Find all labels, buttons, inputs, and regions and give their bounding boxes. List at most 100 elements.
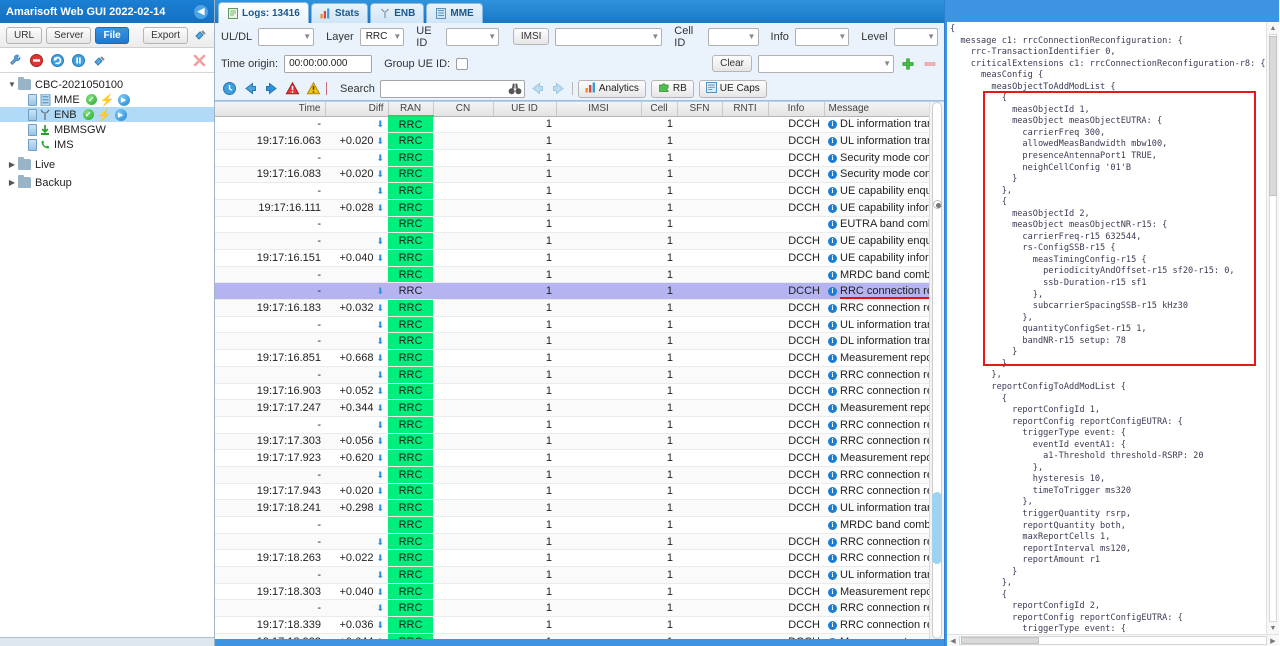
source-url-button[interactable]: URL bbox=[6, 26, 43, 44]
table-row[interactable]: 19:17:18.339 +0.036 ⬇ RRC 1 1 DCCH i RRC connect… bbox=[215, 616, 929, 634]
col-ran[interactable]: RAN bbox=[388, 102, 434, 117]
ueid-select[interactable]: ▼ bbox=[446, 27, 500, 46]
table-row[interactable]: 19:17:16.151 +0.040 ⬇ RRC 1 1 DCCH i UE capabili… bbox=[215, 249, 929, 267]
table-row[interactable]: -⬇RRC 1 1 DCCHiUE capability enquiry bbox=[215, 232, 929, 250]
play-icon[interactable]: ▶ bbox=[117, 93, 130, 106]
collapse-arrow-icon[interactable]: ▶ bbox=[6, 178, 18, 187]
col-rnti[interactable]: RNTI bbox=[722, 102, 769, 117]
search-next-icon[interactable] bbox=[551, 81, 567, 97]
tab-mme[interactable]: MME bbox=[426, 3, 483, 23]
tab-logs[interactable]: Logs: 13416 bbox=[218, 2, 309, 23]
table-row[interactable]: -⬇RRC 1 1 iMRDC band combinations bbox=[215, 516, 929, 534]
table-row[interactable]: -⬇RRC 1 1 DCCHiDL information transfer bbox=[215, 332, 929, 351]
table-row[interactable]: 19:17:18.241 +0.298 ⬇ RRC 1 1 DCCH i UL informat… bbox=[215, 499, 929, 517]
play-icon[interactable]: ▶ bbox=[114, 108, 127, 121]
tree-node-backup[interactable]: ▶ Backup bbox=[0, 175, 214, 190]
table-row[interactable]: 19:17:16.063 +0.020 ⬇ RRC 1 1 DCCH i UL informat… bbox=[215, 132, 929, 150]
detail-scrollbar-thumb[interactable] bbox=[1269, 36, 1277, 196]
col-ueid[interactable]: UE ID bbox=[493, 102, 557, 117]
col-cn[interactable]: CN bbox=[433, 102, 494, 117]
source-server-button[interactable]: Server bbox=[46, 26, 92, 44]
warning-triangle-icon[interactable] bbox=[305, 81, 321, 97]
collapse-arrow-icon[interactable]: ▶ bbox=[6, 160, 18, 169]
table-row[interactable]: -⬇RRC 1 1 DCCHiUL information transfer bbox=[215, 316, 929, 334]
analytics-button[interactable]: Analytics bbox=[577, 79, 646, 98]
col-cell[interactable]: Cell bbox=[641, 102, 678, 117]
col-time[interactable]: Time bbox=[215, 102, 326, 117]
table-row[interactable]: -⬇RRC 1 1 DCCHiRRC connection reconfigurati… bbox=[215, 466, 929, 484]
table-row[interactable]: 19:17:17.943 +0.020 ⬇ RRC 1 1 DCCH i RRC connect… bbox=[215, 483, 929, 501]
tree-node-enb[interactable]: ENB ✓ ⚡ ▶ bbox=[0, 107, 214, 122]
layer-select[interactable]: RRC ▼ bbox=[359, 27, 405, 46]
table-row[interactable]: -⬇RRC 1 1 DCCHiRRC connection reconfigurati… bbox=[215, 533, 929, 551]
col-imsi[interactable]: IMSI bbox=[556, 102, 642, 117]
tree-node-mme[interactable]: MME ✓ ⚡ ▶ bbox=[0, 92, 214, 107]
table-row[interactable]: 19:17:17.923 +0.620 ⬇ RRC 1 1 DCCH i Measurement… bbox=[215, 449, 929, 467]
uecaps-button[interactable]: UE Caps bbox=[698, 79, 767, 98]
col-info[interactable]: Info bbox=[768, 102, 825, 117]
table-row[interactable]: 19:17:16.083 +0.020 ⬇ RRC 1 1 DCCH i Security mo… bbox=[215, 166, 929, 184]
table-vertical-scrollbar[interactable] bbox=[929, 102, 944, 639]
arrow-left-icon[interactable] bbox=[242, 81, 258, 97]
table-row[interactable]: -⬇RRC 1 1 DCCHiSecurity mode command bbox=[215, 149, 929, 167]
table-row[interactable]: 19:17:16.851 +0.668 ⬇ RRC 1 1 DCCH i Measurement… bbox=[215, 349, 929, 367]
imsi-button[interactable]: IMSI bbox=[513, 28, 550, 45]
search-prev-icon[interactable] bbox=[530, 81, 546, 97]
scroll-up-icon[interactable]: ▲ bbox=[1267, 22, 1279, 34]
table-row[interactable]: -⬇RRC 1 1 iMRDC band combinations bbox=[215, 266, 929, 284]
scroll-down-icon[interactable]: ▼ bbox=[1267, 622, 1279, 634]
scroll-right-icon[interactable]: ▶ bbox=[1267, 637, 1279, 645]
col-diff[interactable]: Diff bbox=[325, 102, 389, 117]
table-row[interactable]: -⬇RRC 1 1 DCCHiUL information transfer bbox=[215, 566, 929, 584]
tree-node-mbmsgw[interactable]: MBMSGW bbox=[0, 122, 214, 137]
tree-node-cbc[interactable]: ▼ CBC-2021050100 bbox=[0, 77, 214, 92]
detail-horizontal-scrollbar[interactable]: ◀ ▶ bbox=[947, 634, 1279, 646]
table-row[interactable]: 19:17:16.183 +0.032 ⬇ RRC 1 1 DCCH i RRC connect… bbox=[215, 299, 929, 317]
clear-button[interactable]: Clear bbox=[712, 55, 752, 72]
error-triangle-icon[interactable] bbox=[284, 81, 300, 97]
clock-icon[interactable] bbox=[221, 81, 237, 97]
plug-icon[interactable] bbox=[192, 27, 208, 43]
tree-node-live[interactable]: ▶ Live bbox=[0, 157, 214, 172]
plug-icon[interactable] bbox=[91, 52, 107, 68]
plus-icon[interactable] bbox=[900, 56, 916, 72]
source-file-button[interactable]: File bbox=[95, 26, 129, 44]
tab-stats[interactable]: Stats bbox=[310, 3, 369, 23]
scroll-left-icon[interactable]: ◀ bbox=[947, 637, 959, 645]
table-row[interactable]: -⬇RRC 1 1 DCCHiRRC connection reconfigurati… bbox=[215, 599, 929, 618]
level-select[interactable]: ▼ bbox=[893, 27, 938, 46]
info-select[interactable]: ▼ bbox=[794, 27, 850, 46]
expand-arrow-icon[interactable]: ▼ bbox=[6, 80, 18, 89]
table-row[interactable]: 19:17:18.263 +0.022 ⬇ RRC 1 1 DCCH i RRC connect… bbox=[215, 549, 929, 568]
minus-icon[interactable] bbox=[922, 56, 938, 72]
table-row[interactable]: -⬇RRC 1 1 DCCHiUE capability enquiry bbox=[215, 182, 929, 200]
pause-icon[interactable] bbox=[70, 52, 86, 68]
search-input[interactable] bbox=[379, 79, 525, 99]
stop-icon[interactable] bbox=[28, 52, 44, 68]
imsi-select[interactable]: ▼ bbox=[555, 27, 663, 46]
table-row[interactable]: 19:17:16.111 +0.028 ⬇ RRC 1 1 DCCH i UE capabili… bbox=[215, 199, 929, 217]
binoculars-icon[interactable] bbox=[508, 82, 522, 99]
tab-enb[interactable]: ENB bbox=[370, 3, 425, 23]
tree-node-ims[interactable]: IMS bbox=[0, 137, 214, 152]
arrow-right-icon[interactable] bbox=[263, 81, 279, 97]
time-origin-input[interactable]: 00:00:00.000 bbox=[284, 54, 373, 73]
table-row[interactable]: 19:17:17.247 +0.344 ⬇ RRC 1 1 DCCH i Measurement… bbox=[215, 399, 929, 417]
col-message[interactable]: Message bbox=[824, 102, 929, 117]
table-row[interactable]: -⬇RRC 1 1 iEUTRA band combinations bbox=[215, 216, 929, 234]
table-row[interactable]: 19:17:18.303 +0.040 ⬇ RRC 1 1 DCCH i Measurement… bbox=[215, 583, 929, 601]
table-row[interactable]: -⬇RRC 1 1 DCCHiRRC connection reconfigurati… bbox=[215, 416, 929, 434]
table-row[interactable]: -⬇RRC 1 1 DCCHiDL information transfer bbox=[215, 116, 929, 134]
wrench-icon[interactable] bbox=[7, 52, 23, 68]
uldl-select[interactable]: ▼ bbox=[258, 27, 315, 46]
table-row[interactable]: 19:17:17.303 +0.056 ⬇ RRC 1 1 DCCH i RRC connect… bbox=[215, 433, 929, 451]
group-ueid-checkbox[interactable] bbox=[456, 57, 469, 70]
chevron-left-icon[interactable]: ◀ bbox=[194, 4, 208, 19]
refresh-icon[interactable] bbox=[49, 52, 65, 68]
preset-select[interactable]: ▼ bbox=[758, 54, 894, 73]
table-row[interactable]: 19:17:16.903 +0.052 ⬇ RRC 1 1 DCCH i RRC connect… bbox=[215, 383, 929, 401]
export-button[interactable]: Export bbox=[143, 26, 188, 44]
table-row[interactable]: -⬇RRC 1 1 DCCHiRRC connection reconfigurati… bbox=[215, 366, 929, 384]
table-row[interactable]: -⬇RRC 1 1 DCCHiRRC connection reconfigurati… bbox=[215, 282, 929, 301]
scrollbar-thumb[interactable] bbox=[932, 492, 942, 564]
